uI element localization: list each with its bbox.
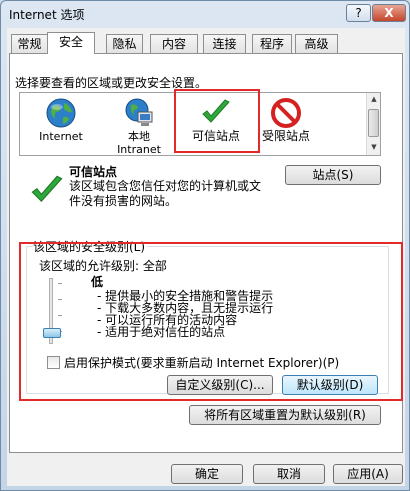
help-button[interactable]: ? [346,4,371,22]
scroll-down-arrow[interactable]: ▼ [369,143,379,153]
tab-programs[interactable]: 程序 [252,34,292,53]
tab-content[interactable]: 内容 [150,34,198,53]
scroll-thumb[interactable] [368,109,379,137]
window-title: Internet 选项 [9,8,85,22]
tab-security[interactable]: 安全 [47,32,95,54]
zone-local-intranet-label: 本地 Intranet [117,130,161,156]
trusted-sites-highlight [174,89,260,153]
tab-advanced[interactable]: 高级 [295,34,338,53]
tab-strip: 常规 安全 隐私 内容 连接 程序 高级 [7,32,405,54]
zone-restricted-sites-label: 受限站点 [261,129,310,143]
cancel-button[interactable]: 取消 [253,464,325,484]
no-entry-icon [271,98,301,128]
selected-zone-check-icon [31,175,63,202]
close-button[interactable]: X [372,4,406,22]
sites-button[interactable]: 站点(S) [285,165,381,185]
scroll-up-arrow[interactable]: ▲ [369,95,379,105]
dialog-body: 常规 安全 隐私 内容 连接 程序 高级 选择要查看的区域或更改安全设置。 In… [7,28,405,486]
globe-icon [46,98,76,128]
selected-zone-title: 可信站点 [69,165,118,179]
selected-zone-description: 该区域包含您信任对您的计算机或文件没有损害的网站。 [69,179,262,208]
local-intranet-icon [125,98,153,126]
tab-privacy[interactable]: 隐私 [106,34,143,53]
zone-list-scrollbar[interactable]: ▲ ▼ [366,93,380,155]
security-level-highlight [19,242,403,401]
zone-internet-label: Internet [39,130,83,143]
title-bar[interactable]: Internet 选项 ? X [1,1,409,27]
ok-button[interactable]: 确定 [171,464,243,484]
reset-all-zones-button[interactable]: 将所有区域重置为默认级别(R) [189,405,381,425]
tab-connections[interactable]: 连接 [203,34,246,53]
tab-general[interactable]: 常规 [11,34,48,53]
apply-button[interactable]: 应用(A) [333,464,403,484]
internet-options-window: Internet 选项 ? X 常规 安全 隐私 内容 连接 程序 高级 选择要… [0,0,410,491]
